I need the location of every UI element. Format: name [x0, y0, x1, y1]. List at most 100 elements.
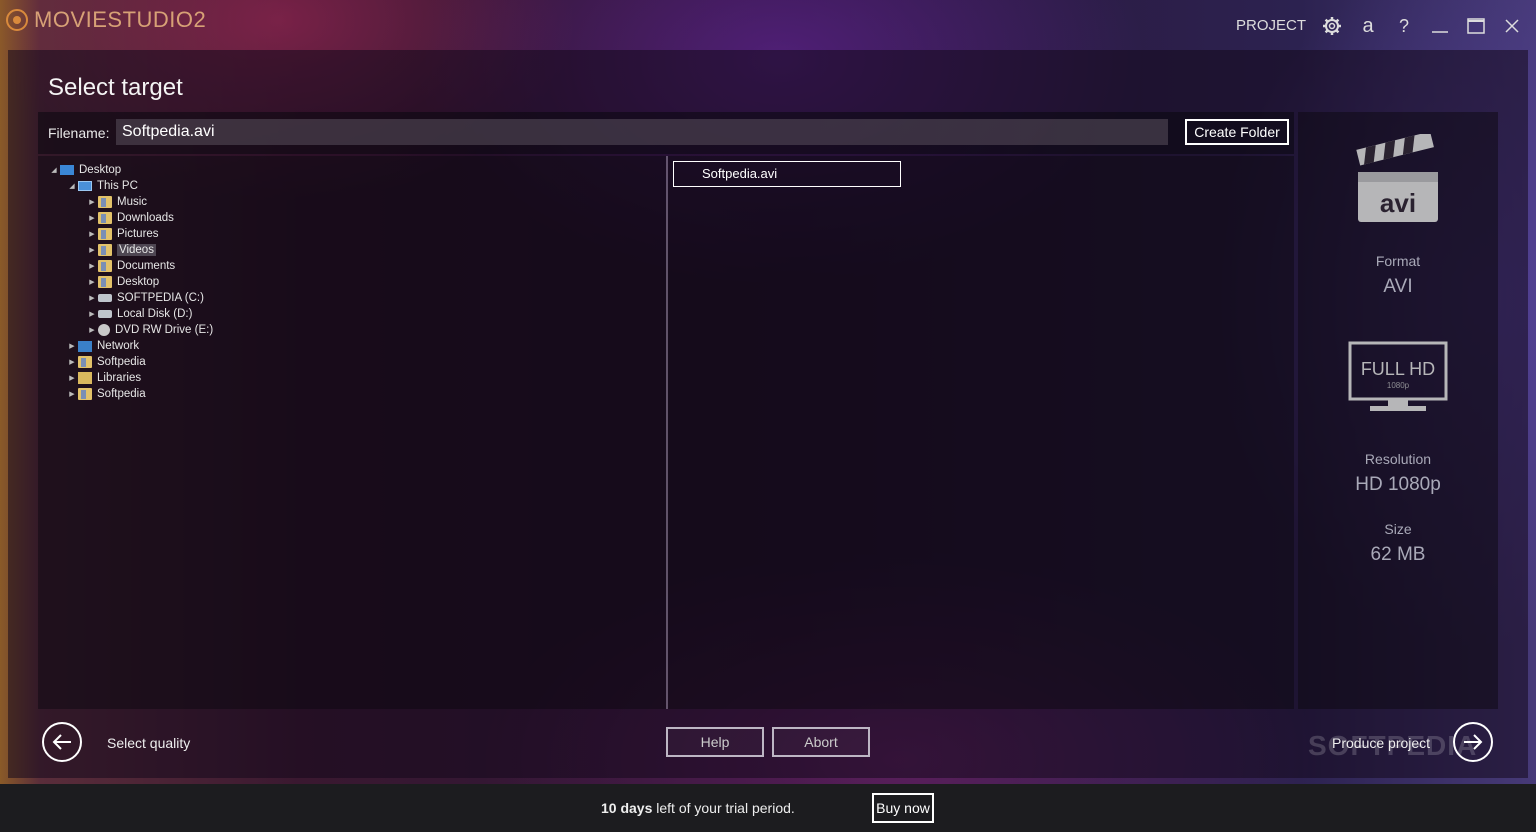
folder-tree: ◢ Desktop ◢ This PC ▶ Music ▶ Downloads ▶ Picture… [38, 156, 666, 709]
target-info-panel: avi Format AVI FULL HD 1080p Resolution … [1298, 112, 1498, 709]
expand-arrow-icon[interactable]: ▶ [66, 342, 78, 350]
tree-item-label: Desktop [117, 276, 160, 288]
tree-item[interactable]: ▶ Softpedia [66, 386, 146, 402]
expand-arrow-icon[interactable]: ▶ [66, 374, 78, 382]
expand-arrow-icon[interactable]: ▶ [86, 198, 98, 206]
expand-arrow-icon[interactable]: ▶ [66, 390, 78, 398]
drive-icon [98, 294, 112, 302]
size-label: Size [1384, 521, 1412, 537]
forward-button[interactable] [1453, 722, 1493, 762]
tree-item-label: DVD RW Drive (E:) [115, 324, 214, 336]
expand-arrow-icon[interactable]: ▶ [86, 310, 98, 318]
account-icon[interactable]: a [1358, 12, 1378, 40]
tree-item[interactable]: ▶ Pictures [86, 226, 159, 242]
expand-arrow-icon[interactable]: ▶ [86, 278, 98, 286]
forward-arrow-icon [1464, 734, 1483, 750]
help-button[interactable]: Help [666, 727, 764, 757]
expand-arrow-icon[interactable]: ▶ [86, 262, 98, 270]
disc-icon [98, 324, 110, 336]
expanded-arrow-icon[interactable]: ◢ [48, 166, 60, 174]
tree-item-label: Downloads [117, 212, 174, 224]
expand-arrow-icon[interactable]: ▶ [86, 230, 98, 238]
folder-icon [98, 276, 112, 288]
tree-item[interactable]: ▶ Videos [86, 242, 156, 258]
file-item[interactable]: Softpedia.avi [673, 161, 901, 187]
format-label: Format [1375, 253, 1421, 269]
expand-arrow-icon[interactable]: ▶ [86, 214, 98, 222]
monitor-text: FULL HD [1361, 359, 1435, 379]
folder-icon [98, 212, 112, 224]
tree-item-label: Network [97, 340, 140, 352]
folder-icon [98, 244, 112, 256]
folder-icon [78, 356, 92, 368]
expand-arrow-icon[interactable]: ▶ [86, 326, 98, 334]
expanded-arrow-icon[interactable]: ◢ [66, 182, 78, 190]
back-label[interactable]: Select quality [107, 735, 190, 751]
tree-item[interactable]: ▶ Network [66, 338, 139, 354]
desktop-icon [60, 165, 74, 175]
folder-icon [98, 260, 112, 272]
resolution-value: HD 1080p [1355, 474, 1441, 495]
tree-item-label: Documents [117, 260, 176, 272]
trial-days: 10 days [601, 800, 653, 816]
tree-item-label: Music [117, 196, 148, 208]
tree-item-label: Desktop [79, 164, 122, 176]
tree-item[interactable]: ▶ Softpedia [66, 354, 146, 370]
close-icon[interactable] [1502, 16, 1522, 36]
buy-now-button[interactable]: Buy now [872, 793, 934, 823]
tree-item[interactable]: ▶ Music [86, 194, 147, 210]
tree-item[interactable]: ◢ This PC [66, 178, 138, 194]
tree-item-label: Videos [117, 244, 156, 256]
filename-label: Filename: [48, 125, 110, 141]
tree-item-label: Libraries [97, 372, 142, 384]
create-folder-button[interactable]: Create Folder [1185, 119, 1289, 145]
network-icon [78, 340, 92, 352]
page-title: Select target [48, 74, 183, 101]
folder-icon [98, 228, 112, 240]
expand-arrow-icon[interactable]: ▶ [66, 358, 78, 366]
filename-row: Filename: Create Folder [38, 112, 1294, 154]
app-logo: MOVIESTUDIO2 [6, 7, 206, 33]
abort-button[interactable]: Abort [772, 727, 870, 757]
resolution-label: Resolution [1364, 451, 1432, 467]
trial-message: 10 days left of your trial period. [601, 800, 795, 816]
trial-text: left of your trial period. [652, 800, 795, 816]
pc-icon [78, 181, 92, 191]
logo-icon [6, 9, 28, 31]
expand-arrow-icon[interactable]: ▶ [86, 246, 98, 254]
forward-label[interactable]: Produce project [1332, 735, 1430, 751]
tree-item[interactable]: ▶ SOFTPEDIA (C:) [86, 290, 204, 306]
format-badge-text: avi [1380, 188, 1416, 218]
help-icon[interactable]: ? [1394, 12, 1414, 40]
folder-icon [98, 196, 112, 208]
format-value: AVI [1383, 276, 1413, 297]
tree-item-label: Softpedia [97, 356, 146, 368]
tree-item[interactable]: ▶ Local Disk (D:) [86, 306, 192, 322]
minimize-icon[interactable] [1430, 16, 1450, 36]
expand-arrow-icon[interactable]: ▶ [86, 294, 98, 302]
top-bar-controls: PROJECT a ? [1236, 12, 1522, 40]
project-menu-button[interactable]: PROJECT [1236, 12, 1306, 40]
tree-item-label: This PC [97, 180, 138, 192]
drive-icon [98, 310, 112, 318]
file-list: Softpedia.avi [668, 156, 1294, 709]
gear-icon[interactable] [1322, 16, 1342, 36]
tree-item[interactable]: ◢ Desktop [48, 162, 121, 178]
filename-input[interactable] [116, 119, 1168, 145]
maximize-icon[interactable] [1466, 16, 1486, 36]
tree-item[interactable]: ▶ Documents [86, 258, 175, 274]
tree-item[interactable]: ▶ Downloads [86, 210, 174, 226]
tree-item[interactable]: ▶ Desktop [86, 274, 159, 290]
monitor-subtext: 1080p [1387, 381, 1410, 390]
clapperboard-icon: avi [1356, 134, 1438, 222]
tree-item-label: Softpedia [97, 388, 146, 400]
tree-item[interactable]: ▶ Libraries [66, 370, 141, 386]
tree-item-label: Local Disk (D:) [117, 308, 193, 320]
monitor-icon: FULL HD 1080p [1348, 341, 1448, 411]
library-icon [78, 372, 92, 384]
back-button[interactable] [42, 722, 82, 762]
size-value: 62 MB [1370, 544, 1426, 565]
app-name: MOVIESTUDIO2 [34, 7, 207, 32]
tree-item[interactable]: ▶ DVD RW Drive (E:) [86, 322, 213, 338]
trial-bar: 10 days left of your trial period. Buy n… [0, 784, 1536, 832]
